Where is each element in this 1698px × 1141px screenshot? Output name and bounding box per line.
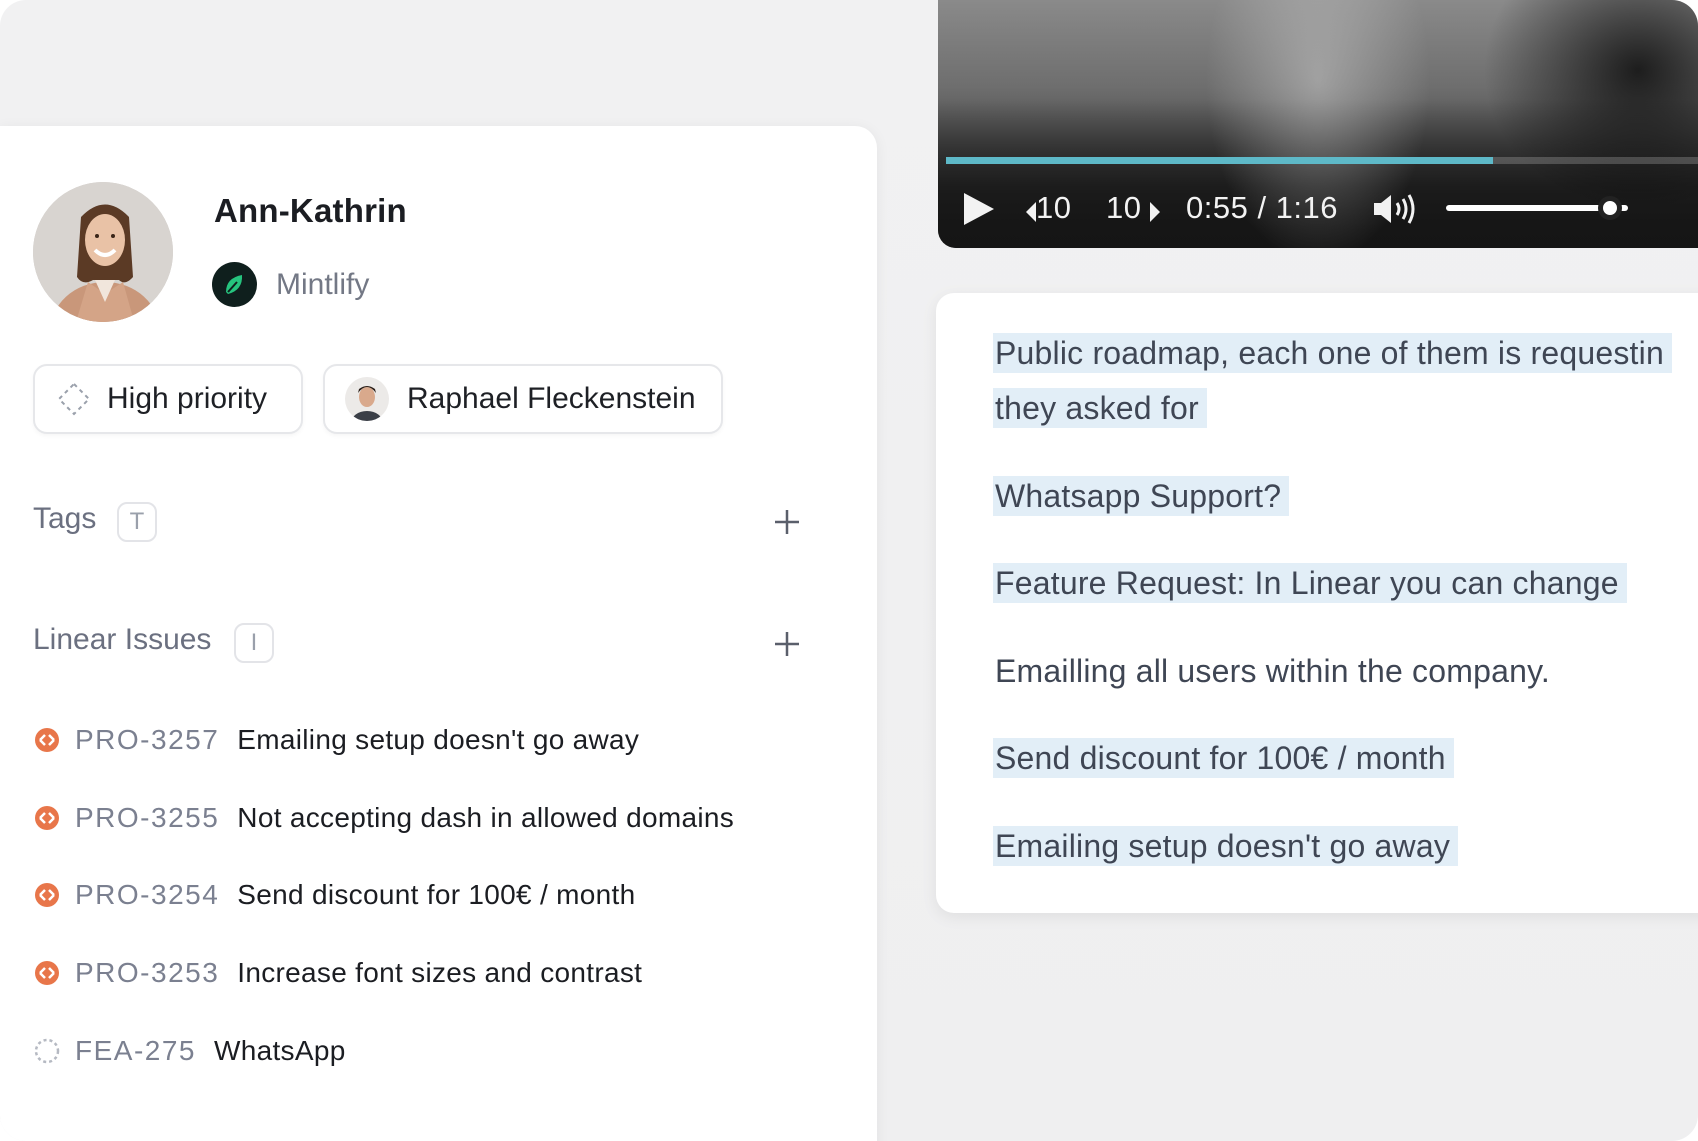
issue-title: Emailing setup doesn't go away [237,724,640,755]
priority-icon [57,382,91,416]
add-issue-button[interactable] [771,628,803,660]
backlog-status-icon [33,1037,61,1065]
rewind-label: 10 [1036,190,1072,225]
urgent-priority-icon [33,726,61,754]
app-canvas: Ann-Kathrin Mintlify High priority Rapha… [0,0,1698,1141]
transcript-line[interactable]: they asked for [993,388,1207,428]
priority-chip[interactable]: High priority [33,364,303,434]
transcript-line[interactable]: Public roadmap, each one of them is requ… [993,333,1672,373]
urgent-priority-icon [33,881,61,909]
avatar [33,182,173,322]
video-progress-fill [946,157,1494,164]
linear-issues-label: Linear Issues [33,623,212,656]
time-display: 0:55 / 1:16 [1186,190,1339,225]
transcript-line[interactable]: Send discount for 100€ / month [993,738,1454,778]
issue-row[interactable]: PRO-3255 Not accepting dash in allowed d… [33,798,734,838]
transcript-line[interactable]: Whatsapp Support? [993,476,1290,516]
tags-label: Tags [33,502,97,535]
issue-id: PRO-3253 [75,957,220,988]
linear-issues-shortcut: I [234,623,274,663]
video-controls: 10 10 0:55 / 1:16 [938,180,1698,240]
mintlify-logo-icon [212,262,257,307]
issue-title: Send discount for 100€ / month [237,879,636,910]
priority-label: High priority [107,382,268,415]
issue-id: FEA-275 [75,1035,196,1066]
assignee-avatar [345,377,389,421]
issue-row[interactable]: PRO-3257 Emailing setup doesn't go away [33,720,639,760]
play-icon[interactable] [962,192,996,226]
customer-name: Ann-Kathrin [214,192,407,229]
assignee-label: Raphael Fleckenstein [407,382,696,415]
transcript-line[interactable]: Emailling all users within the company. [993,651,1558,691]
video-player[interactable]: 10 10 0:55 / 1:16 [938,0,1698,248]
issue-id: PRO-3255 [75,802,220,833]
issue-row[interactable]: PRO-3254 Send discount for 100€ / month [33,875,635,915]
issue-row[interactable]: PRO-3253 Increase font sizes and contras… [33,953,642,993]
video-progress-bar[interactable] [946,157,1698,164]
issue-row[interactable]: FEA-275 WhatsApp [33,1031,346,1071]
transcript-line[interactable]: Emailing setup doesn't go away [993,826,1459,866]
urgent-priority-icon [33,959,61,987]
tags-shortcut: T [117,502,157,542]
forward-label: 10 [1106,190,1142,225]
issue-id: PRO-3257 [75,724,220,755]
urgent-priority-icon [33,804,61,832]
company-name: Mintlify [276,268,370,301]
add-tag-button[interactable] [771,506,803,538]
issue-title: Not accepting dash in allowed domains [237,802,735,833]
issue-title: WhatsApp [214,1035,346,1066]
transcript-panel: Public roadmap, each one of them is requ… [936,293,1698,913]
issue-id: PRO-3254 [75,879,220,910]
issue-title: Increase font sizes and contrast [237,957,643,988]
volume-icon[interactable] [1372,192,1418,226]
customer-panel: Ann-Kathrin Mintlify High priority Rapha… [0,126,877,1141]
volume-knob[interactable] [1597,196,1622,220]
assignee-chip[interactable]: Raphael Fleckenstein [323,364,723,434]
transcript-line[interactable]: Feature Request: In Linear you can chang… [993,563,1627,603]
